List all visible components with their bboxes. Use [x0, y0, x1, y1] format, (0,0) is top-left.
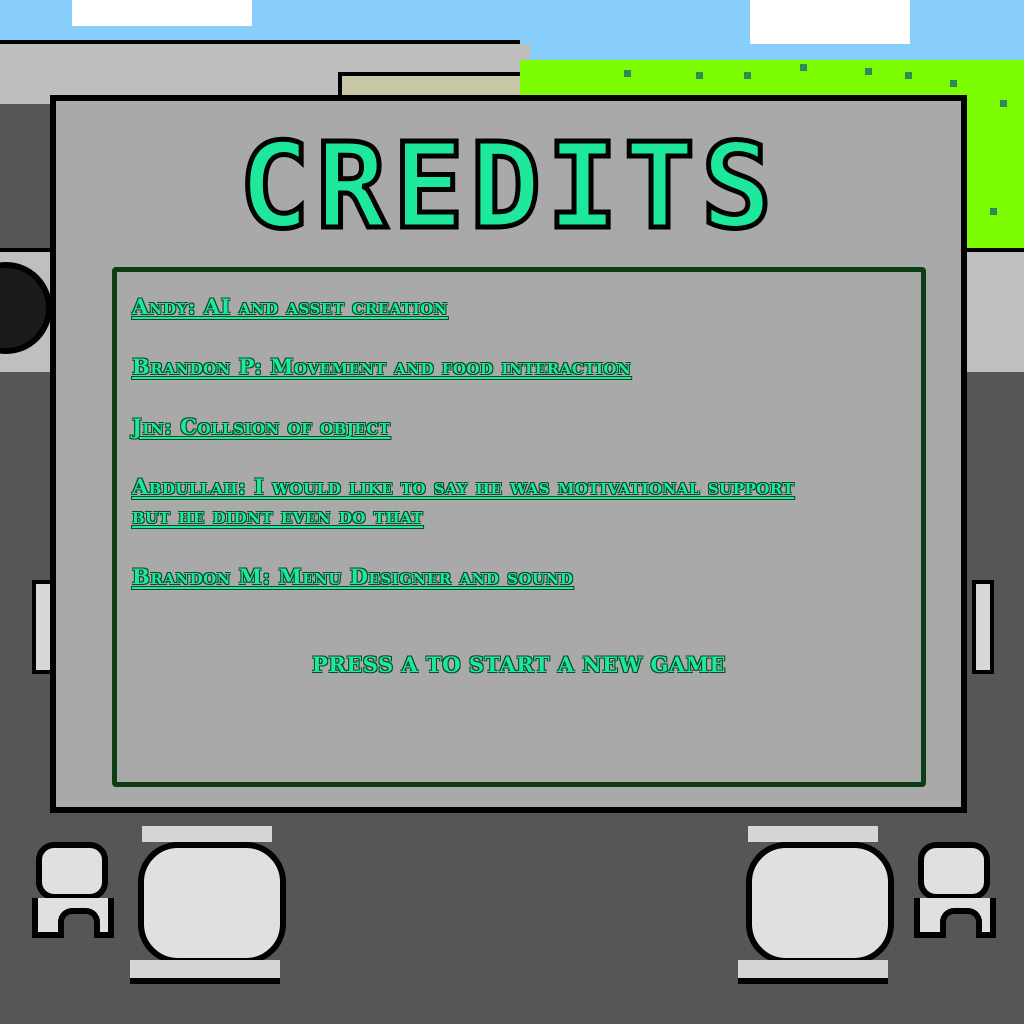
credit-line: Brandon M: Menu Designer and sound — [132, 564, 574, 589]
credits-title: CREDITS — [236, 117, 779, 255]
chair-icon — [36, 842, 108, 900]
stool-top — [142, 826, 272, 842]
stool-icon — [138, 842, 286, 964]
cloud — [72, 0, 252, 26]
stool-top — [748, 826, 878, 842]
credits-panel: Andy: AI and asset creation Brandon P: M… — [112, 267, 926, 787]
stool-base — [738, 960, 888, 984]
cloud — [750, 0, 910, 44]
credit-line: Jin: Collsion of object — [132, 414, 391, 439]
side-peg — [972, 580, 994, 674]
credit-line: Andy: AI and asset creation — [132, 294, 448, 319]
chair-icon — [918, 842, 990, 900]
credit-line: Abdullah: I would like to say he was mot… — [132, 474, 795, 528]
chair-base — [914, 898, 996, 938]
chair-base — [32, 898, 114, 938]
credit-line: Brandon P: Movement and food interaction — [132, 354, 632, 379]
start-new-game-prompt[interactable]: PRESS A TO START A NEW GAME — [117, 652, 921, 677]
stool-base — [130, 960, 280, 984]
stool-icon — [746, 842, 894, 964]
credits-board: CREDITS Andy: AI and asset creation Bran… — [50, 95, 967, 813]
